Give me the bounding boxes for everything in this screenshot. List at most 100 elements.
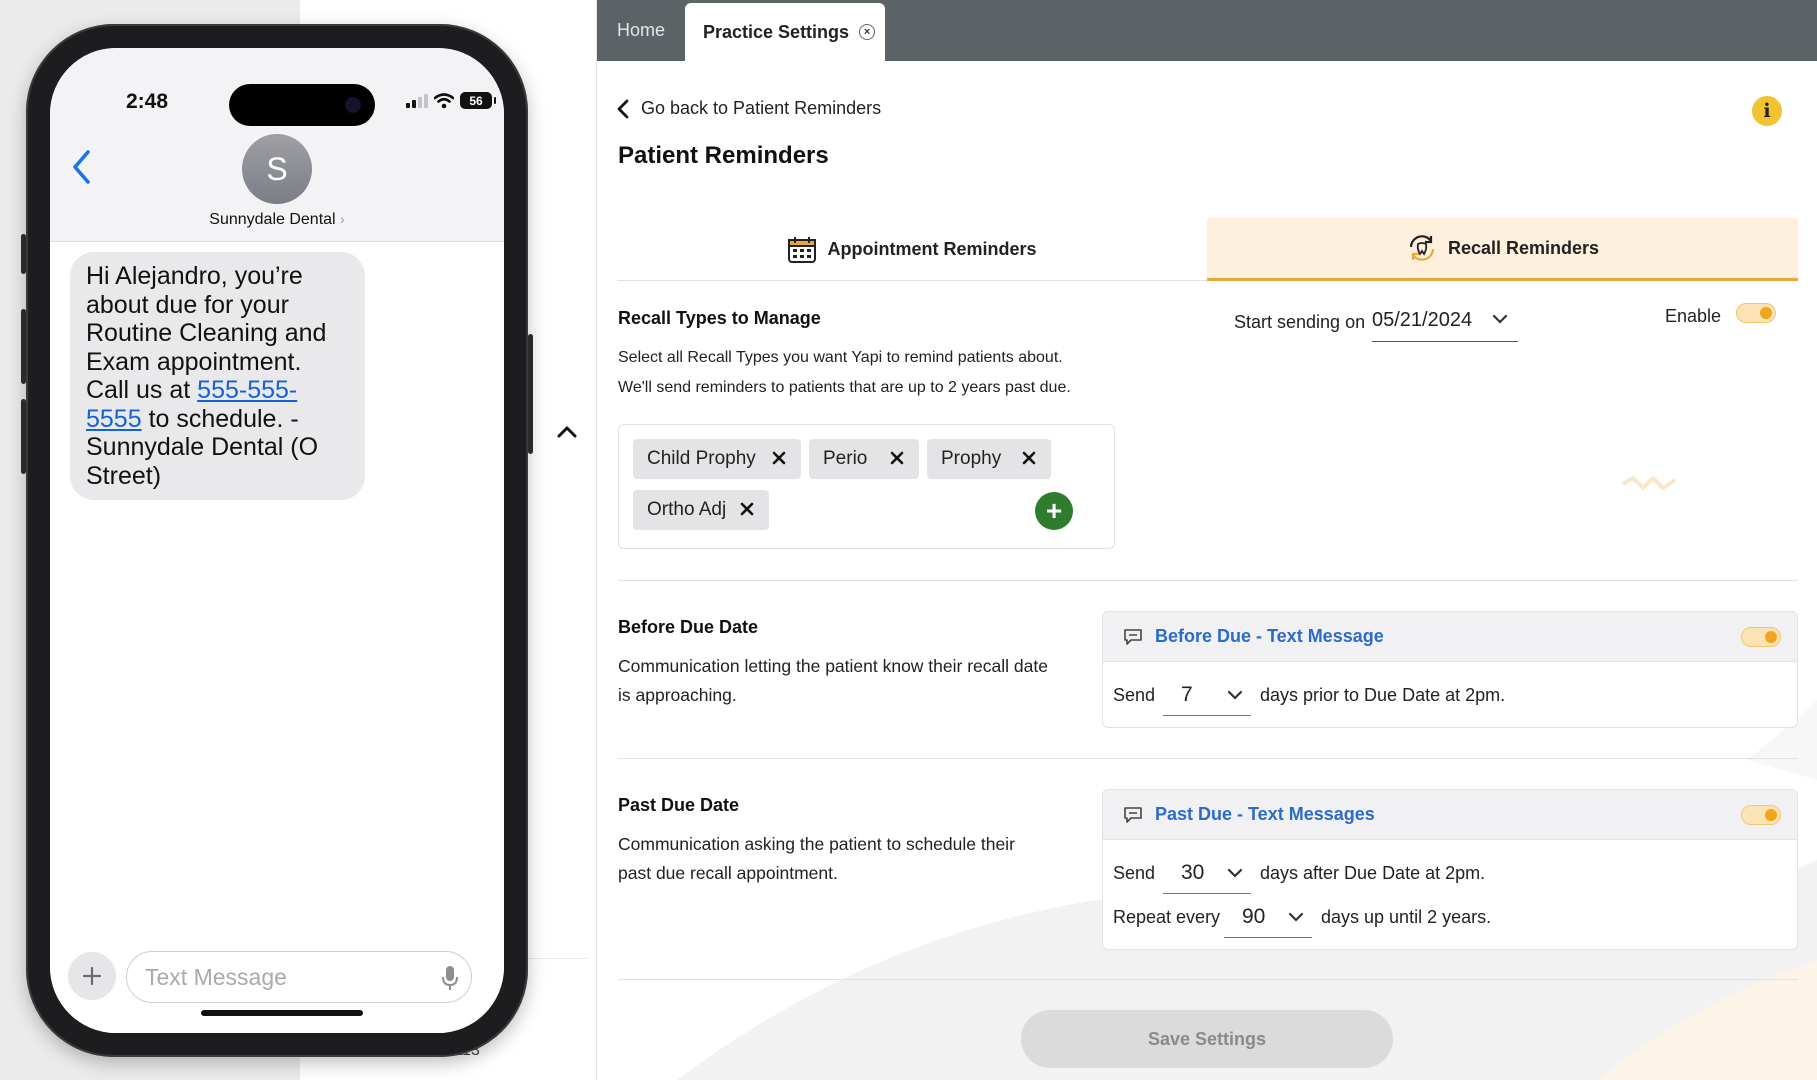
past-due-card-title[interactable]: Past Due - Text Messages: [1155, 804, 1375, 825]
tab-practice-settings[interactable]: Practice Settings ×: [685, 3, 885, 61]
send-label: Send: [1113, 684, 1156, 705]
chevron-down-icon: [1288, 912, 1304, 922]
chip-label: Prophy: [941, 448, 1002, 469]
before-due-suffix-row: days prior to Due Date at 2pm.: [1260, 674, 1505, 716]
phone-side-button: [21, 234, 26, 274]
chip-label: Perio: [823, 448, 868, 469]
section-divider: [618, 758, 1798, 759]
chip-perio: Perio: [809, 439, 919, 479]
tab-recall-reminders[interactable]: Recall Reminders: [1207, 218, 1798, 281]
top-tab-bar: Home Practice Settings ×: [597, 0, 1817, 61]
past-due-days-value: 30: [1181, 860, 1205, 884]
tab-appointment-reminders[interactable]: Appointment Reminders: [617, 218, 1207, 281]
home-indicator: [201, 1010, 363, 1016]
past-due-title: Past Due Date: [618, 795, 740, 815]
dynamic-island: [229, 84, 375, 126]
phone-mockup: 2:48 56 S Sunnydale Dental › Hi Alejandr…: [21, 24, 533, 1057]
camera-icon: [345, 97, 361, 113]
start-date-value: 05/21/2024: [1372, 309, 1473, 331]
recall-types-description-1: Select all Recall Types you want Yapi to…: [618, 349, 1063, 366]
signal-icon: [406, 93, 428, 108]
past-due-send-row: Send: [1113, 852, 1155, 894]
message-icon: [1124, 628, 1142, 645]
back-chevron-icon[interactable]: [70, 148, 94, 186]
microphone-icon[interactable]: [440, 965, 460, 991]
close-tab-icon[interactable]: ×: [859, 24, 876, 40]
contact-name-row[interactable]: Sunnydale Dental ›: [50, 211, 504, 229]
chip-child-prophy: Child Prophy: [633, 439, 801, 479]
past-due-suffix: days after Due Date at 2pm.: [1260, 862, 1486, 883]
status-icons: 56: [406, 92, 496, 109]
chip-ortho-adj: Ortho Adj: [633, 490, 769, 530]
message-input[interactable]: Text Message: [126, 951, 472, 1003]
past-due-suffix-row: days after Due Date at 2pm.: [1260, 852, 1485, 894]
recall-icon: [1409, 235, 1435, 261]
phone-power-button: [528, 334, 533, 454]
phone-screen: 2:48 56 S Sunnydale Dental › Hi Alejandr…: [50, 48, 504, 1033]
repeat-suffix-row: days up until 2 years.: [1321, 896, 1491, 938]
reminder-tabs: Appointment Reminders Recall Reminders: [617, 218, 1798, 281]
repeat-days-select[interactable]: 90: [1224, 896, 1312, 938]
screen: v1.0.1113 2:48 56: [0, 0, 1817, 1080]
recall-types-box: Child Prophy Perio Prophy Ortho Adj: [618, 424, 1115, 549]
info-icon[interactable]: i: [1752, 96, 1782, 126]
message-bubble: Hi Alejandro, you’re about due for your …: [70, 252, 365, 500]
send-label: Send: [1113, 862, 1156, 883]
tab-appointment-label: Appointment Reminders: [827, 239, 1037, 259]
enable-label: Enable: [1665, 306, 1722, 326]
chip-prophy: Prophy: [927, 439, 1051, 479]
chip-label: Ortho Adj: [647, 499, 727, 520]
before-due-title: Before Due Date: [618, 617, 759, 637]
repeat-suffix: days up until 2 years.: [1321, 906, 1492, 927]
settings-app: Home Practice Settings × Go back to Pati…: [597, 0, 1817, 1080]
page-title: Patient Reminders: [618, 142, 829, 169]
before-due-send-row: Send: [1113, 674, 1155, 716]
start-date-select[interactable]: 05/21/2024: [1372, 300, 1518, 342]
remove-chip-icon[interactable]: [739, 501, 755, 517]
zigzag-decoration-icon: [1621, 476, 1677, 490]
message-icon: [1124, 806, 1142, 823]
repeat-row: Repeat every: [1113, 896, 1220, 938]
before-due-days-select[interactable]: 7: [1163, 674, 1251, 716]
go-back-label: Go back to Patient Reminders: [641, 98, 882, 118]
remove-chip-icon[interactable]: [889, 450, 905, 466]
recall-types-description-2: We'll send reminders to patients that ar…: [618, 379, 1071, 396]
chip-label: Child Prophy: [647, 448, 756, 469]
tab-recall-label: Recall Reminders: [1447, 237, 1600, 258]
repeat-days-value: 90: [1242, 904, 1266, 928]
tab-home[interactable]: Home: [597, 0, 685, 61]
before-due-suffix: days prior to Due Date at 2pm.: [1260, 684, 1506, 705]
repeat-label: Repeat every: [1113, 906, 1221, 927]
past-due-toggle[interactable]: [1741, 805, 1781, 825]
save-settings-button[interactable]: Save Settings: [1021, 1010, 1393, 1068]
chevron-right-icon: ›: [340, 211, 345, 227]
section-divider: [618, 580, 1798, 581]
before-due-card-header: Before Due - Text Message: [1103, 612, 1797, 662]
chevron-left-icon: [617, 99, 629, 118]
past-due-description-1: Communication asking the patient to sche…: [618, 834, 1015, 854]
toggle-knob: [1765, 809, 1777, 821]
remove-chip-icon[interactable]: [1021, 450, 1037, 466]
before-due-description-1: Communication letting the patient know t…: [618, 656, 1048, 676]
add-recall-type-button[interactable]: +: [1035, 492, 1073, 530]
collapse-chevron-icon[interactable]: [553, 418, 581, 446]
past-due-card-header: Past Due - Text Messages: [1103, 790, 1797, 840]
start-sending-label: Start sending on: [1234, 312, 1366, 332]
add-attachment-button[interactable]: [68, 952, 116, 1000]
enable-toggle[interactable]: [1736, 303, 1776, 323]
chevron-down-icon: [1227, 868, 1243, 878]
before-due-description-2: is approaching.: [618, 685, 737, 705]
past-due-days-select[interactable]: 30: [1163, 852, 1251, 894]
phone-volume-up: [21, 309, 26, 384]
battery-icon: 56: [460, 92, 496, 109]
go-back-link[interactable]: Go back to Patient Reminders: [617, 98, 881, 119]
contact-avatar[interactable]: S: [242, 134, 312, 204]
calendar-icon: [788, 236, 817, 263]
past-due-description-2: past due recall appointment.: [618, 863, 838, 883]
phone-volume-down: [21, 399, 26, 474]
before-due-card-title[interactable]: Before Due - Text Message: [1155, 626, 1384, 647]
recall-types-title: Recall Types to Manage: [618, 308, 821, 328]
before-due-toggle[interactable]: [1741, 627, 1781, 647]
plus-icon: [82, 966, 102, 986]
remove-chip-icon[interactable]: [771, 450, 787, 466]
